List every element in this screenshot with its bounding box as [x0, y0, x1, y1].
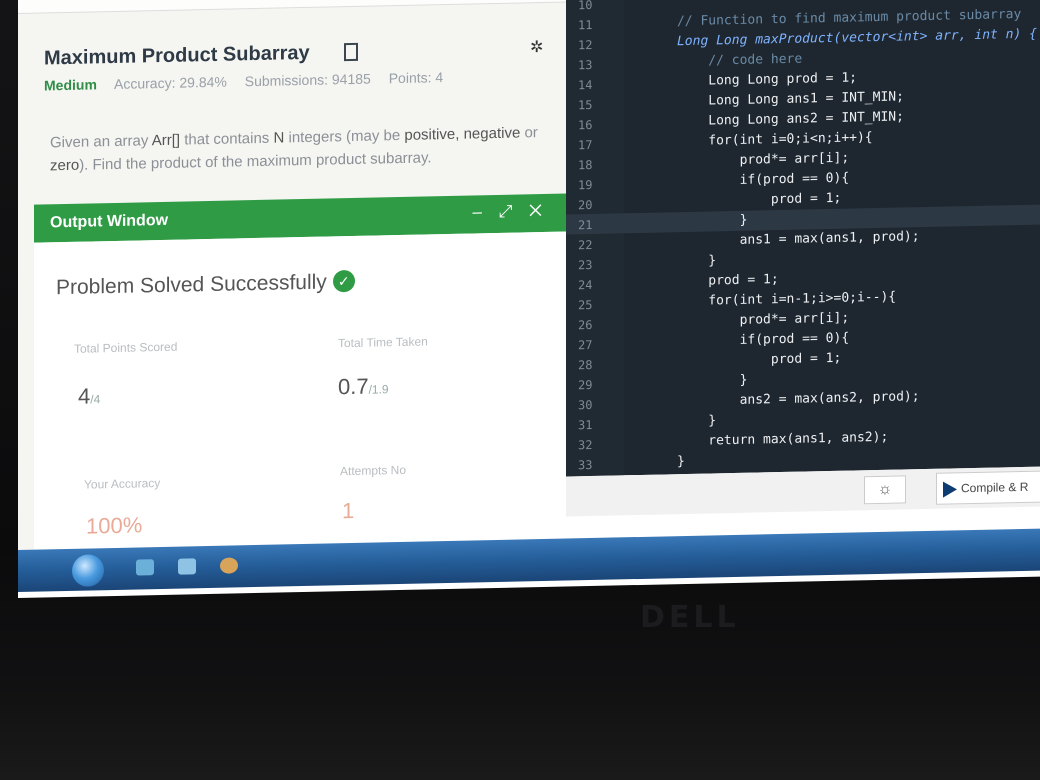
problem-description: Given an array Arr[] that contains N int… [50, 124, 538, 175]
line-number: 10 [578, 0, 593, 13]
line-number: 14 [578, 77, 593, 93]
line-number: 15 [578, 97, 593, 113]
line-number: 30 [578, 397, 593, 413]
bug-report-icon[interactable]: ✲ [530, 37, 543, 57]
explorer-icon[interactable] [136, 559, 154, 576]
output-window-title: Output Window [50, 211, 169, 232]
line-number: 19 [578, 177, 593, 193]
lightbulb-icon[interactable]: ☼ [864, 475, 906, 505]
laptop-screen: Maximum Product Subarray ✲ Medium Accura… [18, 0, 1040, 598]
line-number: 31 [578, 417, 593, 433]
line-number: 17 [578, 137, 593, 153]
line-number: 16 [578, 117, 593, 133]
line-number: 21 [578, 217, 593, 233]
points-scored-value: 4/4 [78, 383, 101, 409]
folder-icon[interactable] [178, 558, 196, 575]
line-number: 23 [578, 257, 593, 273]
window-controls[interactable]: – ⤢ ✕ [473, 201, 548, 223]
output-window-body: Problem Solved Successfully ✓ Total Point… [34, 231, 566, 563]
line-number: 25 [578, 297, 593, 313]
line-number: 12 [578, 37, 593, 53]
line-number: 18 [578, 157, 593, 173]
line-number: 27 [578, 337, 593, 353]
attempts-label: Attempts No [340, 462, 407, 479]
time-taken-value: 0.7/1.9 [338, 373, 389, 400]
desc-arr: Arr[] [151, 131, 181, 150]
line-number: 32 [578, 437, 593, 453]
line-number: 11 [578, 17, 593, 33]
code-editor[interactable]: 10 11 12 13 14 15 16 17 18 19 20 21 22 2… [566, 0, 1040, 490]
keyboard-edge [0, 690, 1040, 780]
line-number: 28 [578, 357, 593, 373]
time-taken-label: Total Time Taken [338, 334, 428, 351]
accuracy-value: 100% [86, 512, 143, 539]
chrome-icon[interactable] [220, 557, 238, 574]
line-number: 29 [578, 377, 593, 393]
accuracy-stat: Accuracy: 29.84% [114, 73, 227, 92]
problem-panel: Maximum Product Subarray ✲ Medium Accura… [18, 0, 566, 563]
bookmark-icon[interactable] [344, 42, 358, 62]
panel-top-strip [18, 0, 566, 14]
submissions-stat: Submissions: 94185 [244, 70, 371, 90]
line-number: 33 [578, 457, 593, 473]
attempts-value: 1 [342, 497, 355, 524]
dell-logo: DELL [640, 600, 740, 635]
accuracy-label: Your Accuracy [84, 476, 161, 492]
line-number: 26 [578, 317, 593, 333]
compile-run-button[interactable]: Compile & R [936, 470, 1040, 505]
check-circle-icon: ✓ [332, 269, 355, 293]
points-stat: Points: 4 [388, 69, 444, 87]
success-message: Problem Solved Successfully ✓ [56, 269, 355, 300]
line-number: 13 [578, 57, 593, 73]
editor-bottom-bar: ☼ Compile & R [566, 466, 1040, 517]
line-number: 24 [578, 277, 593, 293]
problem-title: Maximum Product Subarray [44, 41, 310, 70]
points-scored-label: Total Points Scored [74, 339, 178, 356]
line-number: 20 [578, 197, 593, 213]
start-orb-icon[interactable] [72, 554, 104, 587]
problem-meta: Medium Accuracy: 29.84% Submissions: 941… [44, 69, 457, 94]
compile-run-label: Compile & R [961, 479, 1029, 496]
line-number: 22 [578, 237, 593, 253]
play-icon [943, 481, 957, 498]
difficulty-badge: Medium [44, 76, 97, 94]
